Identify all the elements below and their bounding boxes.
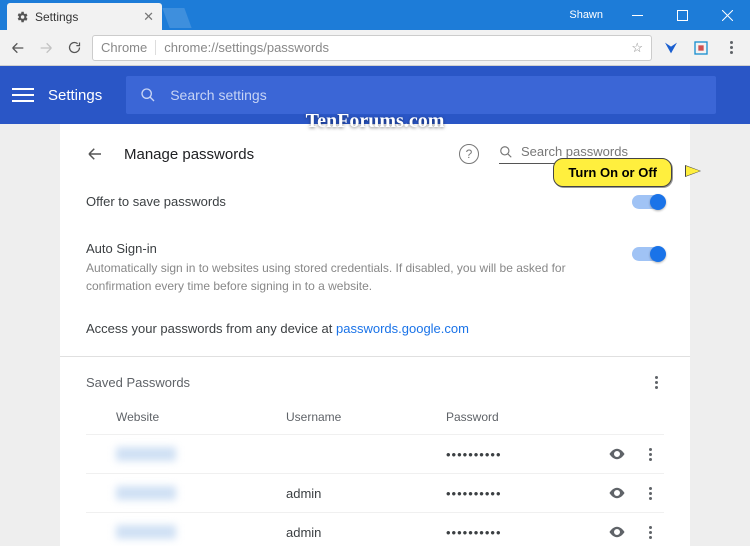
- site-redacted: [116, 525, 176, 539]
- row-menu-button[interactable]: [642, 526, 658, 539]
- saved-passwords-heading: Saved Passwords: [86, 375, 648, 390]
- tab-title: Settings: [35, 10, 78, 24]
- passwords-google-link[interactable]: passwords.google.com: [336, 321, 469, 336]
- reveal-password-icon[interactable]: [608, 445, 626, 463]
- content-viewport[interactable]: Manage passwords ? Search passwords Offe…: [0, 124, 750, 546]
- password-search-placeholder: Search passwords: [521, 144, 628, 159]
- ublock-extension-icon[interactable]: [690, 37, 712, 59]
- settings-search-input[interactable]: Search settings: [126, 76, 716, 114]
- window-titlebar: Settings ✕ Shawn: [0, 0, 750, 30]
- protocol-badge: Chrome: [101, 40, 156, 55]
- url-text: chrome://settings/passwords: [164, 40, 329, 55]
- row-menu-button[interactable]: [642, 487, 658, 500]
- row-password: ••••••••••: [446, 447, 608, 462]
- offer-save-toggle[interactable]: [632, 195, 664, 209]
- gear-icon: [15, 10, 29, 24]
- window-maximize-button[interactable]: [660, 0, 705, 30]
- bookmark-star-icon[interactable]: ☆: [631, 40, 643, 56]
- tab-close-icon[interactable]: ✕: [143, 9, 154, 25]
- settings-title: Settings: [48, 87, 102, 104]
- password-row[interactable]: ••••••••••: [86, 434, 664, 473]
- passwords-card: Manage passwords ? Search passwords Offe…: [60, 124, 690, 546]
- reveal-password-icon[interactable]: [608, 484, 626, 502]
- callout-bubble: Turn On or Off: [553, 158, 672, 187]
- password-row[interactable]: admin ••••••••••: [86, 473, 664, 512]
- col-password: Password: [446, 410, 664, 424]
- table-header: Website Username Password: [86, 400, 664, 434]
- callout-arrow: [670, 166, 700, 176]
- auto-signin-toggle[interactable]: [632, 247, 664, 261]
- auto-signin-description: Automatically sign in to websites using …: [86, 259, 632, 295]
- page-title: Manage passwords: [124, 146, 254, 163]
- window-minimize-button[interactable]: [615, 0, 660, 30]
- site-redacted: [116, 486, 176, 500]
- site-redacted: [116, 447, 176, 461]
- back-button[interactable]: [86, 145, 104, 163]
- col-username: Username: [286, 410, 446, 424]
- help-icon[interactable]: ?: [459, 144, 479, 164]
- new-tab-button[interactable]: [162, 8, 191, 28]
- settings-header: Settings Search settings: [0, 66, 750, 124]
- search-icon: [140, 87, 156, 103]
- browser-toolbar: Chrome chrome://settings/passwords ☆: [0, 30, 750, 66]
- malwarebytes-extension-icon[interactable]: [660, 37, 682, 59]
- search-icon: [499, 145, 513, 159]
- nav-forward-button[interactable]: [36, 38, 56, 58]
- row-username: admin: [286, 525, 446, 540]
- chrome-menu-button[interactable]: [720, 37, 742, 59]
- auto-signin-label: Auto Sign-in: [86, 241, 632, 256]
- row-password: ••••••••••: [446, 486, 608, 501]
- row-password: ••••••••••: [446, 525, 608, 540]
- saved-passwords-menu-button[interactable]: [648, 376, 664, 389]
- password-row[interactable]: admin ••••••••••: [86, 512, 664, 546]
- offer-save-label: Offer to save passwords: [86, 194, 632, 209]
- window-user-label: Shawn: [557, 9, 615, 21]
- col-website: Website: [116, 410, 286, 424]
- row-username: admin: [286, 486, 446, 501]
- nav-reload-button[interactable]: [64, 38, 84, 58]
- browser-tab[interactable]: Settings ✕: [7, 3, 162, 30]
- access-anywhere-text: Access your passwords from any device at…: [86, 311, 664, 356]
- settings-search-placeholder: Search settings: [170, 87, 267, 103]
- nav-back-button[interactable]: [8, 38, 28, 58]
- reveal-password-icon[interactable]: [608, 523, 626, 541]
- hamburger-menu-button[interactable]: [12, 88, 34, 102]
- row-menu-button[interactable]: [642, 448, 658, 461]
- window-close-button[interactable]: [705, 0, 750, 30]
- address-bar[interactable]: Chrome chrome://settings/passwords ☆: [92, 35, 652, 61]
